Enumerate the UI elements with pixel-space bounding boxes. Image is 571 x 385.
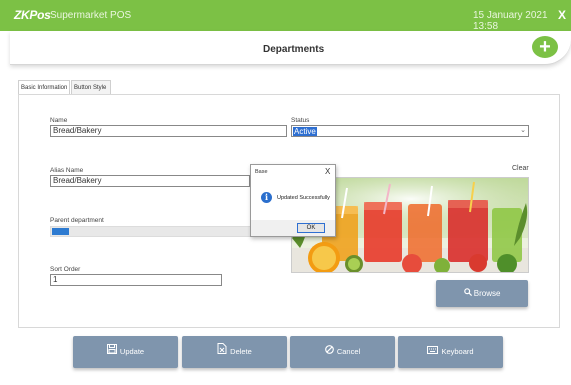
parent-department-selection: [52, 228, 69, 235]
status-selected-value: Active: [293, 127, 317, 136]
datetime-display: 15 January 2021 13:58: [473, 10, 548, 32]
chevron-down-icon: ⌄: [520, 127, 526, 134]
dialog-footer: OK: [251, 220, 335, 236]
title-bar: ZKPos Supermarket POS 15 January 2021 13…: [0, 0, 571, 32]
search-icon: [463, 288, 474, 298]
dialog-message: Updated Successfully: [277, 195, 330, 201]
update-label: Update: [119, 347, 145, 356]
update-button[interactable]: Update: [73, 336, 178, 368]
browse-button[interactable]: Browse: [436, 280, 528, 307]
status-select[interactable]: Active ⌄: [291, 125, 529, 137]
dialog-title: Base: [255, 169, 268, 175]
app-title: Supermarket POS: [50, 10, 132, 21]
dialog-ok-button[interactable]: OK: [297, 223, 325, 233]
keyboard-icon: [427, 336, 439, 368]
cancel-button[interactable]: Cancel: [290, 336, 395, 368]
page-title: Departments: [263, 44, 325, 55]
name-field[interactable]: Bread/Bakery: [50, 125, 287, 137]
window-close-button[interactable]: X: [558, 8, 566, 22]
sort-order-field[interactable]: 1: [50, 274, 222, 286]
delete-button[interactable]: Delete: [182, 336, 287, 368]
clear-image-link[interactable]: Clear: [512, 165, 529, 172]
dialog-close-button[interactable]: X: [325, 167, 330, 176]
alias-label: Alias Name: [50, 167, 84, 174]
tab-button-style[interactable]: Button Style: [71, 80, 111, 94]
status-label: Status: [291, 117, 310, 124]
add-department-button[interactable]: +: [532, 36, 558, 58]
delete-file-icon: [217, 336, 227, 368]
cancel-icon: [324, 336, 334, 368]
cancel-label: Cancel: [336, 347, 361, 356]
delete-label: Delete: [230, 347, 252, 356]
page-header: Departments: [10, 31, 571, 65]
keyboard-button[interactable]: Keyboard: [398, 336, 503, 368]
sort-order-label: Sort Order: [50, 266, 81, 273]
save-icon: [106, 336, 117, 368]
alias-field[interactable]: Bread/Bakery: [50, 175, 250, 187]
info-icon: i: [261, 192, 272, 203]
keyboard-label: Keyboard: [441, 347, 474, 356]
browse-label: Browse: [473, 289, 501, 298]
name-label: Name: [50, 117, 68, 124]
app-logo: ZKPos: [14, 8, 51, 22]
message-dialog: Base X i Updated Successfully OK: [250, 164, 336, 237]
tab-basic-information[interactable]: Basic Information: [18, 80, 70, 94]
dialog-body: i Updated Successfully: [251, 182, 335, 220]
parent-department-label: Parent department: [50, 217, 104, 224]
